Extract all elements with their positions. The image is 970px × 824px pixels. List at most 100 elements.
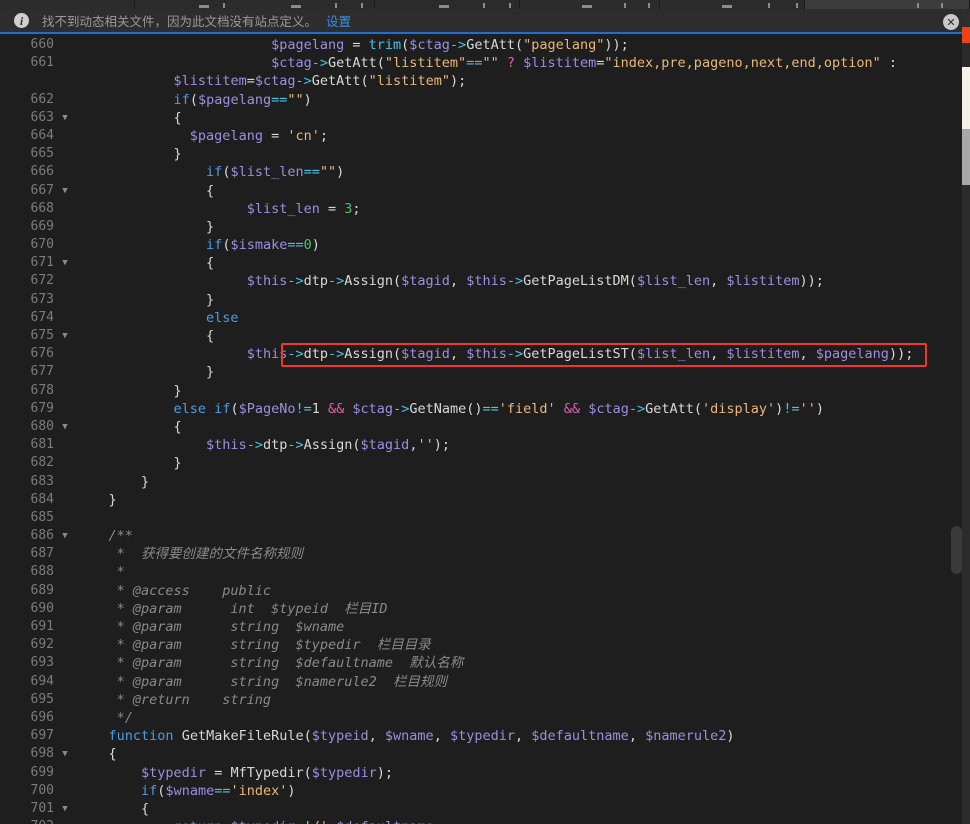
toolbar-segment[interactable] (660, 0, 805, 9)
code-line[interactable]: 698 { (0, 745, 970, 763)
line-number: 686 (0, 527, 56, 545)
code-line[interactable]: 673 } (0, 291, 970, 309)
fold-arrow-icon[interactable] (56, 254, 74, 272)
toolbar-segment[interactable] (225, 0, 375, 9)
code-line[interactable]: 691 * @param string $wname (0, 618, 970, 636)
vertical-scrollbar[interactable] (951, 36, 962, 824)
line-number: 689 (0, 582, 56, 600)
fold-arrow-icon[interactable] (56, 327, 74, 345)
code-text: if($ismake==0) (74, 236, 970, 254)
code-line[interactable]: 666 if($list_len=="") (0, 163, 970, 181)
line-number: 697 (0, 727, 56, 745)
line-number: 683 (0, 473, 56, 491)
code-line[interactable]: 662 if($pagelang=="") (0, 91, 970, 109)
code-text: $typedir = MfTypedir($typedir); (74, 764, 970, 782)
code-line[interactable]: 671 { (0, 254, 970, 272)
code-line[interactable]: 680 { (0, 418, 970, 436)
code-line[interactable]: $listitem=$ctag->GetAtt("listitem"); (0, 72, 970, 90)
line-number: 666 (0, 163, 56, 181)
code-line[interactable]: 660 $pagelang = trim($ctag->GetAtt("page… (0, 36, 970, 54)
scrollbar-thumb[interactable] (951, 526, 962, 574)
code-text: * @param int $typeid 栏目ID (74, 600, 970, 618)
code-text: * @return string (74, 691, 970, 709)
code-line[interactable]: 694 * @param string $namerule2 栏目规则 (0, 673, 970, 691)
code-line[interactable]: 682 } (0, 454, 970, 472)
toolbar-segment[interactable] (375, 0, 520, 9)
fold-arrow-icon[interactable] (56, 418, 74, 436)
notification-settings-link[interactable]: 设置 (326, 11, 351, 30)
line-number: 673 (0, 291, 56, 309)
code-line[interactable]: 700 if($wname=='index') (0, 782, 970, 800)
code-text: return $typedir.'/'.$defaultname; (74, 818, 970, 824)
line-number: 685 (0, 509, 56, 527)
code-line[interactable]: 692 * @param string $typedir 栏目目录 (0, 636, 970, 654)
code-line[interactable]: 663 { (0, 109, 970, 127)
code-line[interactable]: 669 } (0, 218, 970, 236)
notification-bar: i 找不到动态相关文件，因为此文档没有站点定义。 设置 ✕ (0, 9, 970, 34)
code-line[interactable]: 667 { (0, 182, 970, 200)
code-text: * @param string $namerule2 栏目规则 (74, 673, 970, 691)
line-number: 698 (0, 745, 56, 763)
code-line[interactable]: 676 $this->dtp->Assign($tagid, $this->Ge… (0, 345, 970, 363)
code-line[interactable]: 665 } (0, 145, 970, 163)
code-line[interactable]: 699 $typedir = MfTypedir($typedir); (0, 764, 970, 782)
line-number: 679 (0, 400, 56, 418)
code-line[interactable]: 661 $ctag->GetAtt("listitem"=="" ? $list… (0, 54, 970, 72)
code-line[interactable]: 687 * 获得要创建的文件名称规则 (0, 545, 970, 563)
code-line[interactable]: 702 return $typedir.'/'.$defaultname; (0, 818, 970, 824)
toolbar-segment[interactable] (520, 0, 660, 9)
code-line[interactable]: 685 (0, 509, 970, 527)
code-line[interactable]: 684 } (0, 491, 970, 509)
code-line[interactable]: 690 * @param int $typeid 栏目ID (0, 600, 970, 618)
fold-arrow-icon[interactable] (56, 527, 74, 545)
code-line[interactable]: 683 } (0, 473, 970, 491)
code-text: } (74, 218, 970, 236)
toolbar-segment-active[interactable] (805, 0, 970, 9)
toolbar-segment[interactable] (0, 0, 135, 9)
code-line[interactable]: 686 /** (0, 527, 970, 545)
code-line[interactable]: 688 * (0, 563, 970, 581)
code-line[interactable]: 689 * @access public (0, 582, 970, 600)
code-text: $pagelang = 'cn'; (74, 127, 970, 145)
code-text: { (74, 745, 970, 763)
code-text: * @access public (74, 582, 970, 600)
code-text: $pagelang = trim($ctag->GetAtt("pagelang… (74, 36, 970, 54)
code-line[interactable]: 696 */ (0, 709, 970, 727)
line-number: 662 (0, 91, 56, 109)
code-line[interactable]: 679 else if($PageNo!=1 && $ctag->GetName… (0, 400, 970, 418)
code-line[interactable]: 675 { (0, 327, 970, 345)
code-line[interactable]: 674 else (0, 309, 970, 327)
line-number: 660 (0, 36, 56, 54)
line-number: 675 (0, 327, 56, 345)
code-text: if($list_len=="") (74, 163, 970, 181)
line-number: 701 (0, 800, 56, 818)
toolbar-segment[interactable] (135, 0, 225, 9)
code-lines[interactable]: 660 $pagelang = trim($ctag->GetAtt("page… (0, 36, 970, 824)
line-number: 693 (0, 654, 56, 672)
code-editor[interactable]: 660 $pagelang = trim($ctag->GetAtt("page… (0, 36, 970, 824)
code-line[interactable]: 672 $this->dtp->Assign($tagid, $this->Ge… (0, 272, 970, 290)
code-line[interactable]: 664 $pagelang = 'cn'; (0, 127, 970, 145)
code-text: $this->dtp->Assign($tagid, $this->GetPag… (74, 345, 970, 363)
fold-arrow-icon[interactable] (56, 182, 74, 200)
code-line[interactable]: 678 } (0, 382, 970, 400)
code-line[interactable]: 681 $this->dtp->Assign($tagid,''); (0, 436, 970, 454)
code-text: $this->dtp->Assign($tagid,''); (74, 436, 970, 454)
code-text: } (74, 145, 970, 163)
close-icon[interactable]: ✕ (943, 14, 959, 30)
code-line[interactable]: 670 if($ismake==0) (0, 236, 970, 254)
code-line[interactable]: 668 $list_len = 3; (0, 200, 970, 218)
code-line[interactable]: 701 { (0, 800, 970, 818)
code-line[interactable]: 697 function GetMakeFileRule($typeid, $w… (0, 727, 970, 745)
code-text: if($pagelang=="") (74, 91, 970, 109)
fold-arrow-icon[interactable] (56, 109, 74, 127)
code-line[interactable]: 677 } (0, 363, 970, 381)
code-line[interactable]: 693 * @param string $defaultname 默认名称 (0, 654, 970, 672)
code-text: $this->dtp->Assign($tagid, $this->GetPag… (74, 272, 970, 290)
fold-arrow-icon[interactable] (56, 745, 74, 763)
fold-arrow-icon[interactable] (56, 800, 74, 818)
notification-message: 找不到动态相关文件，因为此文档没有站点定义。 (42, 11, 317, 30)
code-text: } (74, 363, 970, 381)
code-line[interactable]: 695 * @return string (0, 691, 970, 709)
code-text: * @param string $typedir 栏目目录 (74, 636, 970, 654)
